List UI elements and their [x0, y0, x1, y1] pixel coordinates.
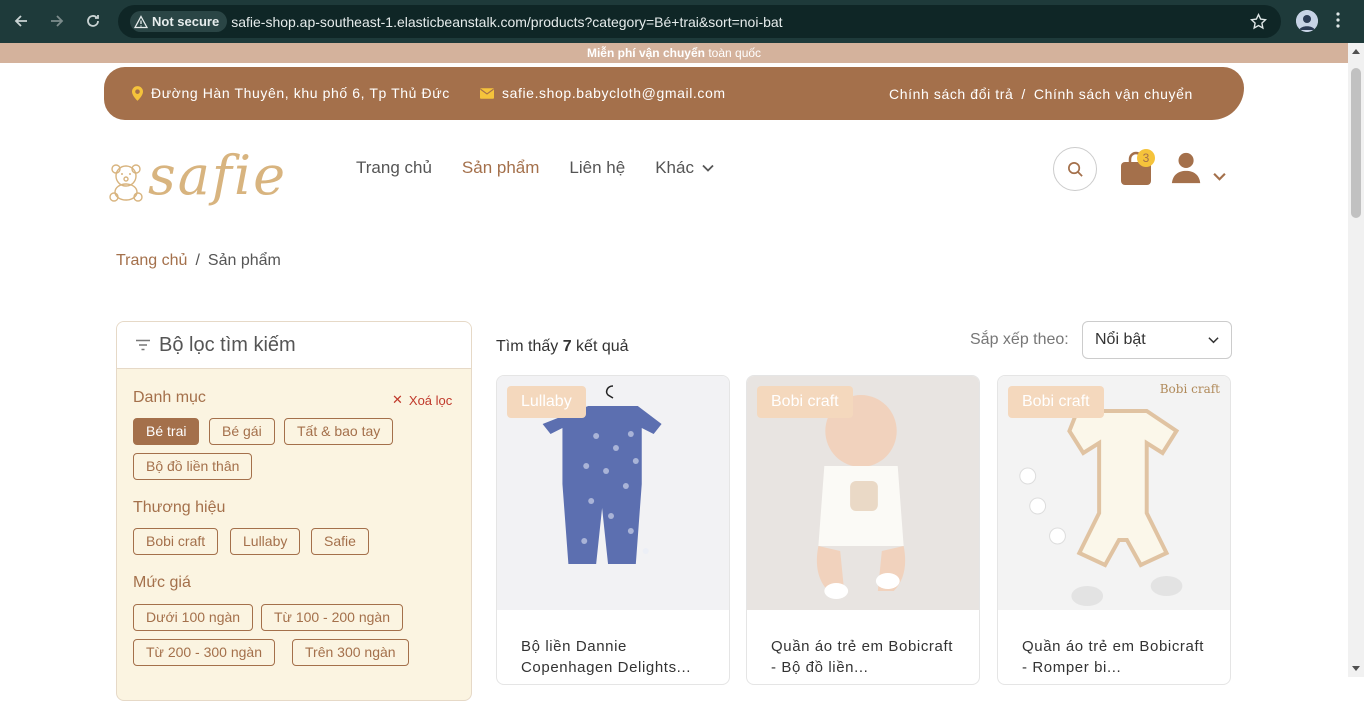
filter-panel: Bộ lọc tìm kiếm Danh mục ✕ Xoá lọc Bé tr…	[116, 321, 472, 701]
clear-filter-label: Xoá lọc	[408, 392, 453, 408]
price-chip[interactable]: Từ 100 - 200 ngàn	[261, 604, 404, 631]
main-menu: Trang chủ Sản phẩm Liên hệ Khác	[356, 158, 714, 178]
store-email-text: safie.shop.babycloth@gmail.com	[502, 85, 726, 101]
result-number: 7	[562, 338, 572, 355]
search-icon	[1067, 161, 1083, 177]
mail-icon	[480, 87, 494, 99]
price-chip[interactable]: Từ 200 - 300 ngàn	[133, 639, 276, 666]
price-title: Mức giá	[133, 574, 191, 591]
address-bar[interactable]: Not secure safie-shop.ap-southeast-1.ela…	[118, 5, 1281, 38]
site-logo[interactable]: safie	[106, 140, 306, 207]
page-scrollbar[interactable]	[1348, 43, 1364, 677]
sort-value: Nổi bật	[1095, 331, 1146, 348]
account-button[interactable]	[1170, 150, 1206, 186]
product-name[interactable]: Bộ liền Dannie Copenhagen Delights...	[521, 636, 711, 678]
filter-icon	[136, 339, 150, 351]
contact-bar: Đường Hàn Thuyên, khu phố 6, Tp Thủ Đức …	[104, 67, 1244, 120]
filter-header: Bộ lọc tìm kiếm	[117, 322, 471, 369]
menu-products[interactable]: Sản phẩm	[462, 158, 540, 178]
brand-badge: Lullaby	[507, 386, 586, 418]
menu-home[interactable]: Trang chủ	[356, 158, 432, 178]
product-name[interactable]: Quần áo trẻ em Bobicraft - Bộ đồ liền...	[771, 636, 961, 678]
scroll-up-arrow-icon[interactable]	[1352, 49, 1360, 54]
profile-avatar[interactable]	[1296, 10, 1318, 32]
store-address-text: Đường Hàn Thuyên, khu phố 6, Tp Thủ Đức	[151, 85, 450, 101]
brand-badge: Bobi craft	[757, 386, 853, 418]
breadcrumb-current: Sản phẩm	[207, 252, 281, 269]
sort-select[interactable]: Nổi bật	[1082, 321, 1232, 359]
breadcrumb-separator: /	[195, 252, 200, 269]
bookmark-star-icon[interactable]	[1249, 12, 1268, 35]
sort-label: Sắp xếp theo:	[970, 331, 1069, 348]
result-count: Tìm thấy 7 kết quả	[496, 338, 629, 356]
category-chip[interactable]: Tất & bao tay	[284, 418, 394, 445]
return-policy-link[interactable]: Chính sách đổi trả	[889, 86, 1013, 102]
banner-bold: Miễn phí vận chuyển	[586, 46, 705, 60]
back-button[interactable]	[3, 3, 39, 39]
cart-count-badge: 3	[1137, 149, 1155, 167]
menu-more[interactable]: Khác	[655, 158, 714, 178]
result-suffix: kết quả	[576, 338, 629, 355]
breadcrumb: Trang chủ / Sản phẩm	[116, 252, 281, 270]
brand-chip[interactable]: Bobi craft	[133, 528, 219, 555]
warning-icon	[134, 14, 148, 28]
menu-contact[interactable]: Liên hệ	[569, 158, 625, 178]
arrow-left-icon	[14, 15, 27, 27]
security-indicator[interactable]: Not secure	[130, 11, 228, 32]
category-title: Danh mục	[133, 389, 206, 406]
clear-filter-button[interactable]: ✕ Xoá lọc	[392, 392, 452, 408]
banner-rest: toàn quốc	[708, 46, 762, 60]
filter-title: Bộ lọc tìm kiếm	[159, 333, 296, 356]
category-chip[interactable]: Bé gái	[209, 418, 275, 445]
price-chip[interactable]: Dưới 100 ngàn	[133, 604, 254, 631]
menu-more-label: Khác	[655, 158, 694, 177]
account-chevron-down-icon[interactable]	[1213, 168, 1226, 186]
category-chip[interactable]: Bé trai	[133, 418, 200, 445]
brand-watermark: Bobi craft	[1159, 382, 1220, 396]
free-shipping-banner: Miễn phí vận chuyển toàn quốc	[0, 43, 1348, 63]
product-card[interactable]: Bobi craft Quần áo trẻ em Bobicraft - Bộ…	[746, 375, 980, 685]
product-name[interactable]: Quần áo trẻ em Bobicraft - Romper bi...	[1022, 636, 1212, 678]
arrow-right-icon	[51, 15, 64, 27]
brand-badge: Bobi craft	[1008, 386, 1104, 418]
browser-toolbar: Not secure safie-shop.ap-southeast-1.ela…	[0, 0, 1364, 43]
reload-icon	[87, 15, 99, 27]
security-label: Not secure	[152, 14, 220, 29]
teddy-bear-icon	[109, 164, 143, 202]
user-icon	[1171, 152, 1201, 184]
location-pin-icon	[132, 85, 143, 101]
forward-button[interactable]	[39, 3, 75, 39]
chevron-down-icon	[702, 164, 714, 172]
scroll-down-arrow-icon[interactable]	[1352, 666, 1360, 671]
policy-links: Chính sách đổi trả / Chính sách vận chuy…	[889, 86, 1193, 102]
store-email[interactable]: safie.shop.babycloth@gmail.com	[480, 85, 726, 101]
search-button[interactable]	[1053, 147, 1097, 191]
logo-text: safie	[148, 144, 288, 207]
breadcrumb-home[interactable]: Trang chủ	[116, 252, 187, 270]
browser-menu-icon[interactable]	[1336, 11, 1340, 34]
close-icon: ✕	[392, 392, 403, 407]
chevron-down-icon	[1208, 337, 1219, 344]
store-address: Đường Hàn Thuyên, khu phố 6, Tp Thủ Đức	[132, 85, 450, 101]
product-card[interactable]: Lullaby Bộ liền Dannie Copenhagen Deligh…	[496, 375, 730, 685]
price-chip[interactable]: Trên 300 ngàn	[292, 639, 409, 666]
brand-chip[interactable]: Safie	[311, 528, 369, 555]
policy-separator: /	[1021, 86, 1026, 102]
result-prefix: Tìm thấy	[496, 338, 559, 355]
brand-title: Thương hiệu	[133, 499, 226, 516]
shipping-policy-link[interactable]: Chính sách vận chuyển	[1034, 86, 1193, 102]
category-chip[interactable]: Bộ đồ liền thân	[133, 453, 253, 480]
brand-chip[interactable]: Lullaby	[230, 528, 301, 555]
product-card[interactable]: Bobi craft Bobi craft Quần áo trẻ em Bob…	[997, 375, 1231, 685]
reload-button[interactable]	[75, 3, 111, 39]
url-text: safie-shop.ap-southeast-1.elasticbeansta…	[231, 13, 783, 30]
scroll-thumb[interactable]	[1351, 68, 1361, 218]
